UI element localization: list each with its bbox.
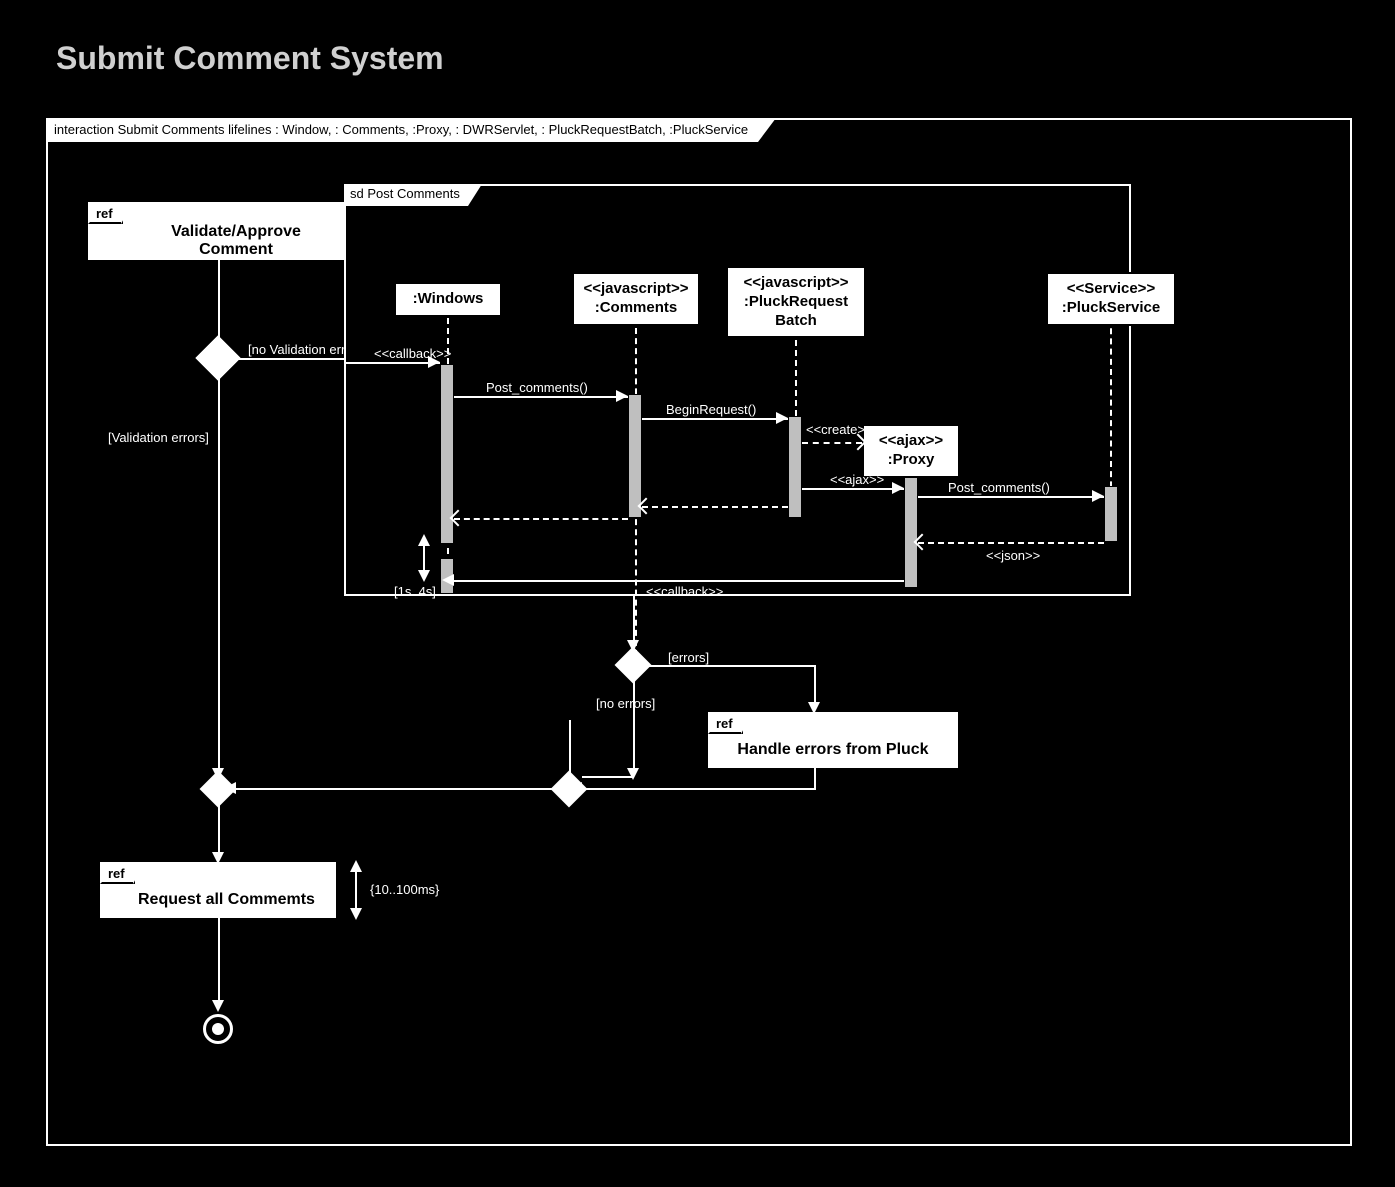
flow-line — [218, 918, 220, 1006]
duration-constraint — [346, 864, 366, 916]
message-line — [346, 362, 440, 364]
msg-create: <<create>> — [806, 422, 873, 437]
guard-errors: [errors] — [668, 650, 709, 665]
duration-constraint — [414, 538, 434, 578]
ref-label: Request all Commemts — [102, 884, 334, 916]
arrow-icon — [212, 1000, 224, 1012]
message-line — [642, 418, 788, 420]
flow-line — [218, 804, 220, 858]
arrow-icon — [442, 574, 454, 586]
timing-sd-delay: [1s..4s] — [394, 584, 436, 599]
flow-line — [633, 678, 635, 774]
message-line — [454, 580, 904, 582]
flow-line — [236, 788, 556, 790]
return-line — [454, 518, 628, 520]
ref-handle-errors: ref Handle errors from Pluck — [708, 712, 958, 768]
activation-bar — [788, 416, 802, 518]
ref-tab: ref — [88, 202, 123, 224]
ref-label: Validate/Approve Comment — [90, 224, 346, 258]
msg-callback-in: <<callback>> — [374, 346, 451, 361]
msg-json: <<json>> — [986, 548, 1040, 563]
arrow-icon — [892, 482, 904, 494]
activation-bar — [1104, 486, 1118, 542]
return-line — [642, 506, 788, 508]
lifeline-pluckrequestbatch: <<javascript>> :PluckRequest Batch — [726, 266, 866, 338]
diagram-canvas: Submit Comment System interaction Submit… — [0, 0, 1395, 1187]
flow-line — [569, 720, 571, 776]
msg-ajax: <<ajax>> — [830, 472, 884, 487]
msg-begin-request: BeginRequest() — [666, 402, 756, 417]
flow-final-node — [203, 1014, 233, 1044]
message-line — [802, 488, 904, 490]
arrow-icon — [212, 768, 224, 780]
flow-line — [582, 788, 816, 790]
interaction-frame: interaction Submit Comments lifelines : … — [46, 118, 1352, 1146]
page-title: Submit Comment System — [56, 40, 444, 77]
msg-post-comments-2: Post_comments() — [948, 480, 1050, 495]
activation-bar — [904, 470, 918, 588]
guard-no-errors: [no errors] — [596, 696, 655, 711]
ref-validate-approve: ref Validate/Approve Comment — [88, 202, 348, 260]
msg-post-comments: Post_comments() — [486, 380, 588, 395]
ref-tab: ref — [100, 862, 135, 884]
ref-label: Handle errors from Pluck — [710, 734, 956, 766]
arrow-icon — [776, 412, 788, 424]
msg-callback-back: <<callback>> — [646, 584, 723, 599]
return-line — [918, 542, 1104, 544]
flow-line — [633, 596, 635, 646]
activation-bar — [628, 394, 642, 518]
flow-line — [814, 768, 816, 788]
arrow-icon — [627, 768, 639, 780]
ref-request-all: ref Request all Commemts — [100, 862, 336, 918]
guard-validation: [Validation errors] — [108, 430, 209, 445]
sd-post-comments-frame: sd Post Comments :Windows <<javascript>>… — [344, 184, 1131, 596]
message-line — [918, 496, 1104, 498]
flow-line — [218, 376, 220, 774]
interaction-frame-header: interaction Submit Comments lifelines : … — [46, 118, 758, 142]
lifeline-windows: :Windows — [394, 282, 502, 317]
timing-request-all: {10..100ms} — [370, 882, 439, 897]
arrow-icon — [1092, 490, 1104, 502]
lifeline-proxy: <<ajax>> :Proxy — [862, 424, 960, 478]
decision-validation — [195, 335, 240, 380]
flow-line — [646, 665, 814, 667]
sd-tab: sd Post Comments — [344, 184, 468, 206]
ref-tab: ref — [708, 712, 743, 734]
flow-line — [582, 776, 633, 778]
arrow-icon — [616, 390, 628, 402]
message-line — [454, 396, 628, 398]
